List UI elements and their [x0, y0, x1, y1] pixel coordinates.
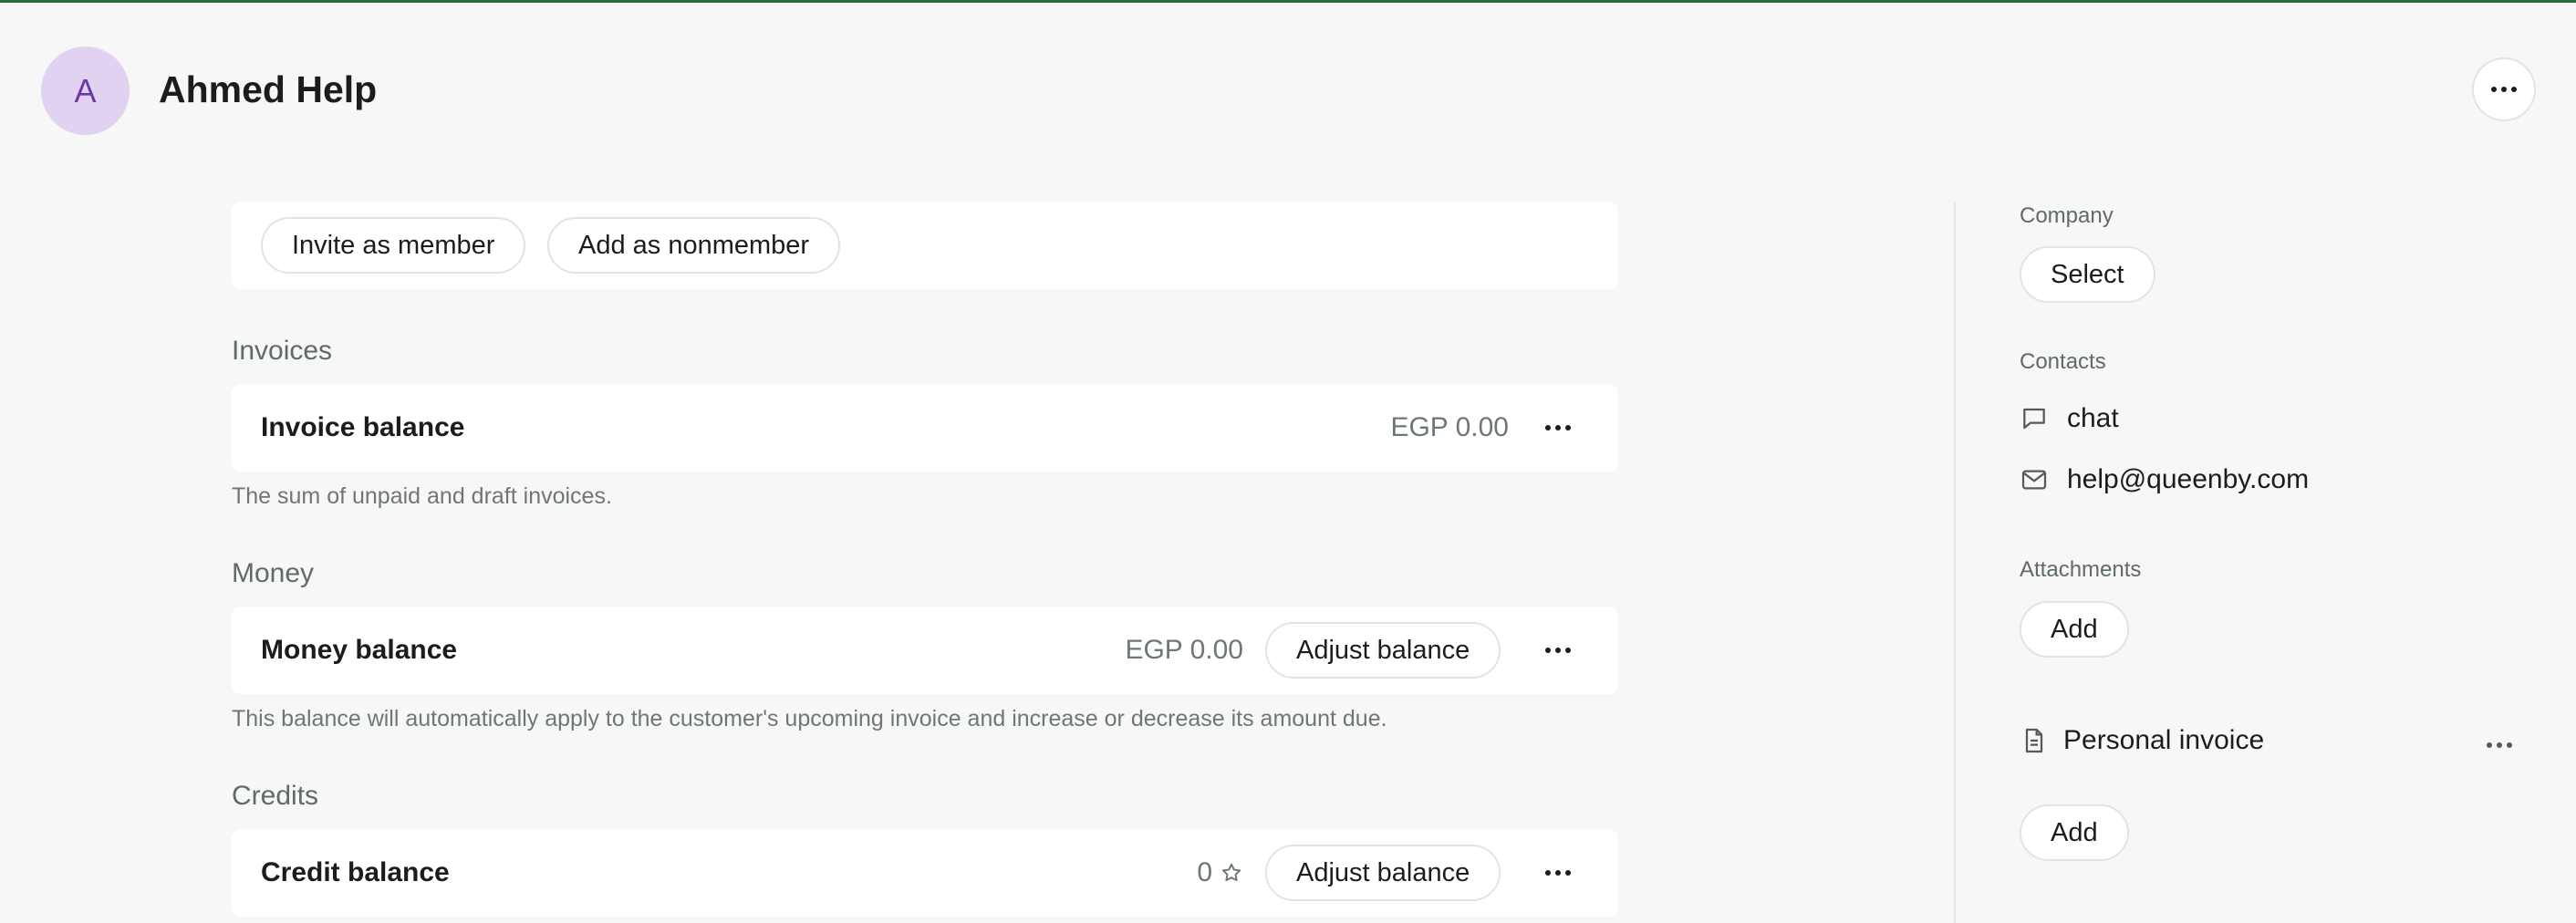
attachment-name: Personal invoice: [2063, 725, 2265, 755]
add-as-nonmember-button[interactable]: Add as nonmember: [547, 217, 841, 274]
adjust-credit-balance-button[interactable]: Adjust balance: [1265, 845, 1501, 901]
contact-chat[interactable]: chat: [2020, 403, 2119, 434]
contact-chat-text: chat: [2067, 403, 2119, 433]
second-add-button[interactable]: Add: [2020, 804, 2129, 861]
company-select-button[interactable]: Select: [2020, 246, 2155, 303]
attachment-more-button[interactable]: [2474, 720, 2525, 771]
credits-section-title: Credits: [232, 781, 319, 811]
avatar: A: [41, 47, 130, 135]
money-helper-text: This balance will automatically apply to…: [232, 706, 1387, 731]
contact-email[interactable]: help@queenby.com: [2020, 464, 2309, 495]
contacts-label: Contacts: [2020, 349, 2106, 374]
invoice-balance-label: Invoice balance: [261, 412, 465, 442]
more-horizontal-icon: [1545, 425, 1571, 430]
invoice-helper-text: The sum of unpaid and draft invoices.: [232, 483, 612, 509]
company-label: Company: [2020, 203, 2114, 228]
money-balance-label: Money balance: [261, 635, 458, 665]
attachment-item[interactable]: Personal invoice: [2020, 725, 2264, 756]
invite-as-member-button[interactable]: Invite as member: [261, 217, 526, 274]
sidebar-divider: [1954, 202, 1956, 923]
more-horizontal-icon: [1545, 648, 1571, 653]
more-horizontal-icon: [2487, 742, 2512, 748]
mail-icon: [2021, 470, 2047, 490]
contact-email-text: help@queenby.com: [2067, 464, 2310, 494]
credit-balance-label: Credit balance: [261, 857, 450, 887]
credit-balance-value-wrap: 0: [1197, 857, 1243, 888]
star-icon: [1221, 863, 1241, 882]
more-horizontal-icon: [2491, 87, 2517, 92]
money-balance-value: EGP 0.00: [1125, 635, 1243, 665]
credit-more-button[interactable]: [1532, 847, 1584, 898]
money-section-title: Money: [232, 558, 315, 588]
credit-balance-value: 0: [1197, 857, 1212, 887]
chat-icon: [2023, 408, 2045, 430]
invoice-balance-value: EGP 0.00: [1390, 412, 1509, 442]
attachments-add-button[interactable]: Add: [2020, 601, 2129, 658]
invoices-section-title: Invoices: [232, 336, 333, 366]
adjust-money-balance-button[interactable]: Adjust balance: [1265, 622, 1501, 679]
credit-balance-card: Credit balance 0 Adjust balance: [232, 829, 1618, 917]
invoice-more-button[interactable]: [1532, 402, 1584, 453]
page-title: Ahmed Help: [159, 68, 378, 110]
header-more-button[interactable]: [2472, 57, 2536, 121]
more-horizontal-icon: [1545, 870, 1571, 876]
money-more-button[interactable]: [1532, 625, 1584, 676]
actions-card: Invite as member Add as nonmember: [232, 202, 1618, 289]
invoice-balance-card: Invoice balance EGP 0.00: [232, 384, 1618, 472]
money-balance-card: Money balance EGP 0.00 Adjust balance: [232, 607, 1618, 694]
attachments-label: Attachments: [2020, 557, 2142, 582]
document-icon: [2025, 728, 2043, 753]
